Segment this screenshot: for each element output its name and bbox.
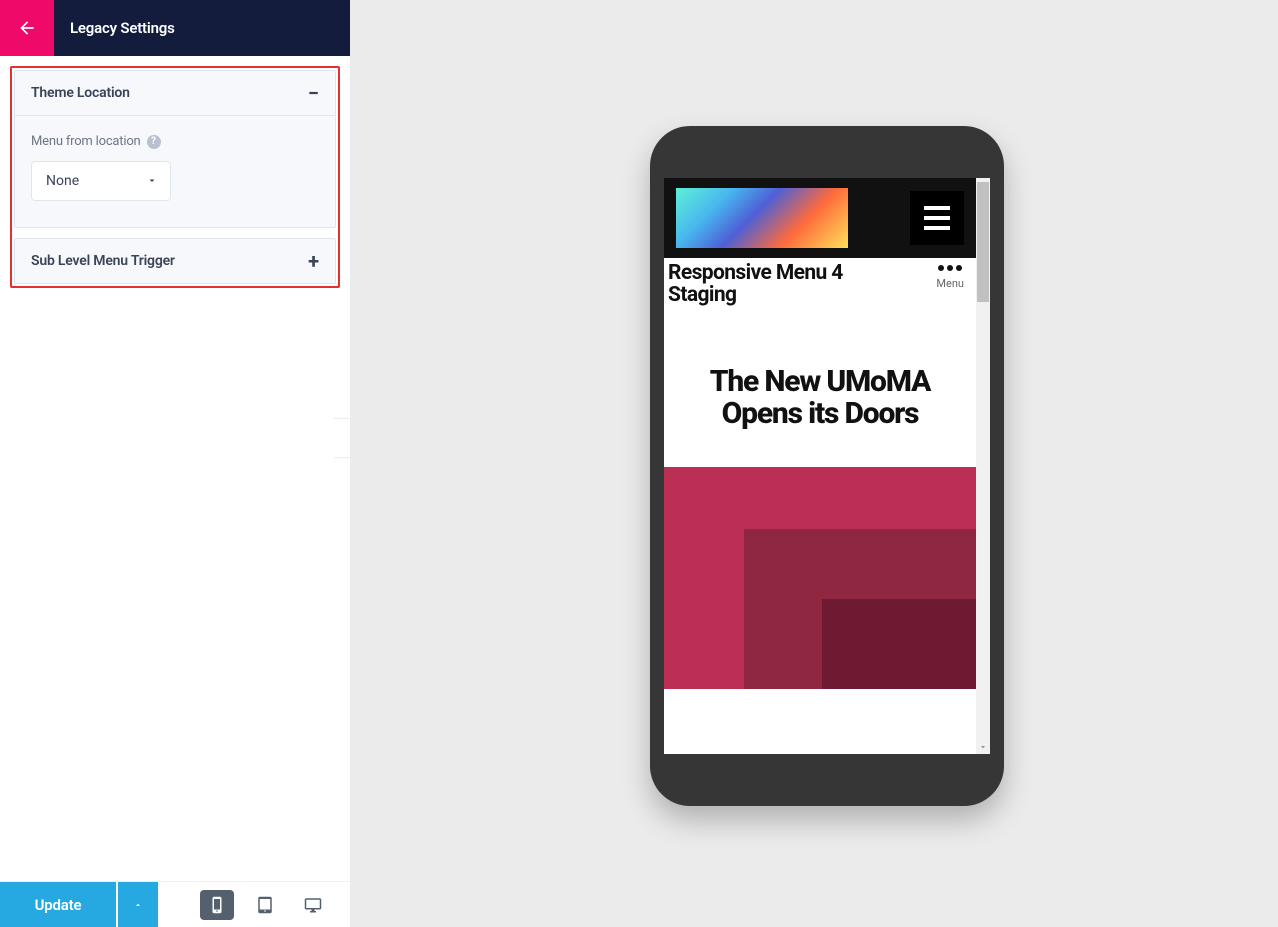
tablet-icon: [256, 896, 274, 914]
select-value: None: [46, 173, 79, 189]
highlighted-sections: Theme Location − Menu from location ? No…: [10, 66, 340, 288]
panel-header: Legacy Settings: [0, 0, 350, 56]
triangle-up-icon: [133, 900, 143, 910]
preview-headline: The New UMoMA Opens its Doors: [664, 366, 976, 431]
mobile-icon: [208, 896, 226, 914]
menu-label: Menu: [936, 277, 964, 290]
device-toggle-group: [200, 890, 330, 920]
settings-panel: Legacy Settings Theme Location − Menu fr…: [0, 0, 350, 927]
update-dropdown-button[interactable]: [118, 882, 158, 927]
panel-title: Legacy Settings: [70, 19, 175, 37]
site-title-line2: Staging: [668, 283, 736, 307]
arrow-left-icon: [17, 18, 37, 38]
headline-line1: The New UMoMA: [710, 364, 930, 399]
scrollbar-thumb[interactable]: [977, 182, 989, 302]
back-button[interactable]: [0, 0, 54, 56]
section-theme-location: Theme Location − Menu from location ? No…: [14, 70, 336, 228]
section-header-theme-location[interactable]: Theme Location −: [15, 71, 335, 115]
help-icon[interactable]: ?: [147, 135, 161, 149]
site-title-line1: Responsive Menu 4: [668, 261, 843, 285]
section-title: Sub Level Menu Trigger: [31, 253, 175, 269]
scroll-down-icon: [978, 742, 988, 752]
device-desktop-button[interactable]: [296, 890, 330, 920]
hamburger-line-icon: [924, 206, 950, 210]
minus-icon: −: [308, 86, 319, 100]
desktop-icon: [304, 896, 322, 914]
device-mobile-button[interactable]: [200, 890, 234, 920]
device-tablet-button[interactable]: [248, 890, 282, 920]
update-button[interactable]: Update: [0, 882, 116, 927]
headline-line2: Opens its Doors: [722, 396, 919, 431]
phone-frame: Responsive Menu 4 Staging Menu The New U…: [650, 126, 1004, 806]
preview-logo: [676, 188, 848, 248]
field-label-row: Menu from location ?: [31, 134, 319, 149]
menu-location-select[interactable]: None: [31, 161, 171, 201]
dots-icon: [938, 265, 962, 271]
plus-icon: +: [308, 254, 319, 268]
preview-canvas: Responsive Menu 4 Staging Menu The New U…: [350, 0, 1278, 927]
artwork-layer: [822, 599, 976, 689]
section-title: Theme Location: [31, 85, 130, 101]
hamburger-button[interactable]: [910, 191, 964, 245]
preview-menu-toggle[interactable]: Menu: [936, 265, 964, 290]
section-sub-level-menu-trigger: Sub Level Menu Trigger +: [14, 238, 336, 284]
preview-scrollbar[interactable]: [976, 178, 990, 754]
hamburger-line-icon: [924, 226, 950, 230]
field-label: Menu from location: [31, 134, 141, 149]
section-header-sub-level[interactable]: Sub Level Menu Trigger +: [15, 239, 335, 283]
preview-artwork: [664, 467, 976, 689]
preview-screen: Responsive Menu 4 Staging Menu The New U…: [664, 178, 990, 754]
preview-site-row: Responsive Menu 4 Staging Menu: [664, 258, 976, 316]
bottom-bar: Update: [0, 881, 350, 927]
section-body-theme-location: Menu from location ? None: [15, 115, 335, 227]
preview-site-title: Responsive Menu 4 Staging: [668, 262, 843, 306]
update-label: Update: [35, 896, 82, 914]
preview-topbar: [664, 178, 976, 258]
hamburger-line-icon: [924, 216, 950, 220]
chevron-down-icon: [146, 172, 158, 191]
